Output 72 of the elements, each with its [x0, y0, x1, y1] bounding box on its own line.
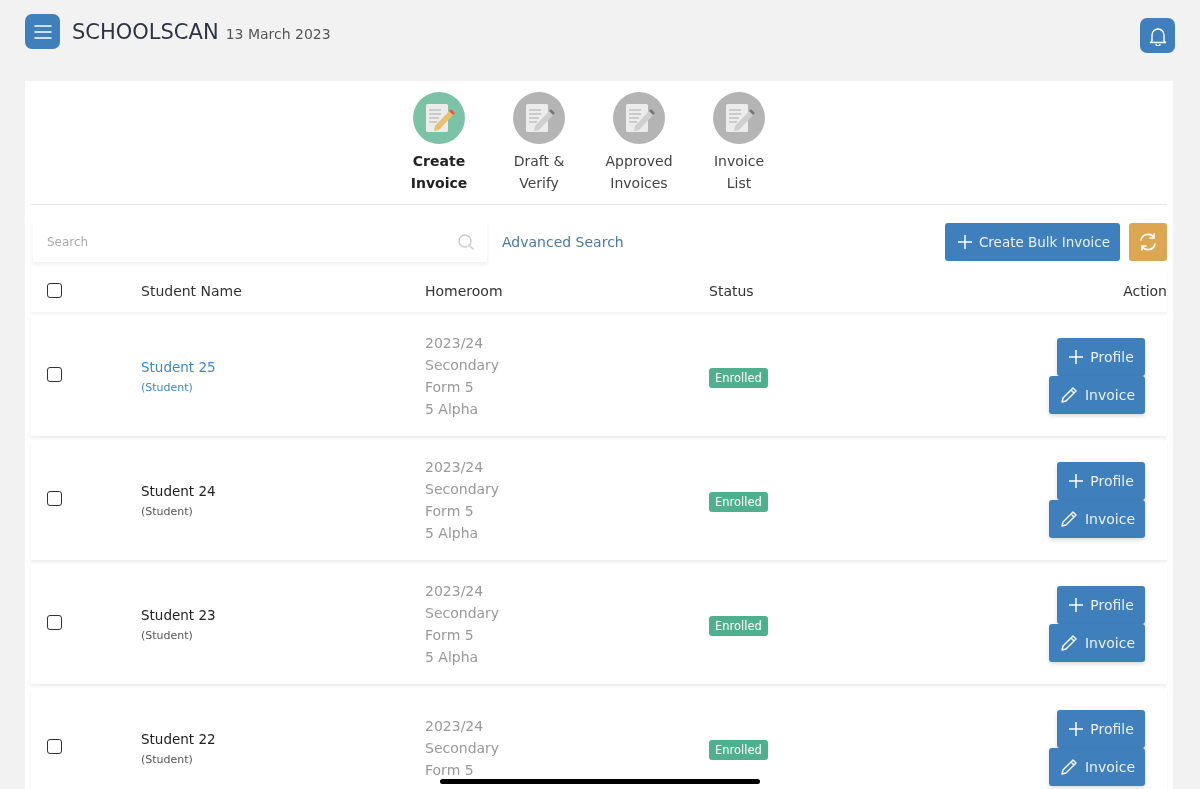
step-tab[interactable]: Invoice List	[704, 92, 774, 194]
advanced-search-link[interactable]: Advanced Search	[502, 234, 624, 250]
student-role: (Student)	[141, 628, 194, 642]
column-header: Status	[709, 282, 755, 299]
plus-icon	[956, 234, 973, 250]
homeroom-line: 2023/24	[425, 582, 484, 600]
document-pencil-icon	[613, 92, 665, 144]
row-checkbox[interactable]	[47, 614, 62, 630]
column-header: Student Name	[141, 282, 243, 299]
homeroom-line: 5 Alpha	[425, 648, 479, 666]
homeroom-line: 2023/24	[425, 717, 484, 735]
header-date: 13 March 2023	[225, 25, 331, 42]
plus-icon	[1068, 721, 1085, 737]
homeroom-line: 5 Alpha	[425, 400, 479, 418]
plus-icon	[1068, 473, 1085, 489]
pencil-icon	[1058, 385, 1079, 405]
profile-button[interactable]: Profile	[1057, 586, 1145, 624]
homeroom-line: 2023/24	[425, 334, 484, 352]
search-icon	[457, 233, 475, 251]
refresh-icon	[1137, 232, 1159, 252]
menu-button[interactable]	[25, 14, 60, 49]
student-name[interactable]: Student 25	[141, 358, 425, 375]
student-name: Student 22	[141, 730, 217, 747]
menu-icon	[33, 24, 52, 39]
invoice-button[interactable]: Invoice	[1048, 748, 1145, 786]
homeroom-line: Form 5	[425, 502, 474, 520]
search-field[interactable]: Search	[33, 222, 487, 262]
status-badge: Enrolled	[709, 491, 768, 512]
student-role: (Student)	[141, 380, 194, 394]
homeroom-line: Secondary	[425, 356, 500, 374]
pencil-icon	[1058, 633, 1079, 653]
select-all-checkbox[interactable]	[47, 283, 62, 298]
homeroom-line: Secondary	[425, 480, 500, 498]
homeroom-line: Secondary	[425, 739, 500, 757]
profile-button[interactable]: Profile	[1057, 710, 1145, 748]
document-pencil-icon	[413, 92, 465, 144]
status-badge: Enrolled	[709, 615, 768, 636]
row-checkbox[interactable]	[47, 738, 62, 754]
plus-icon	[1068, 349, 1085, 365]
bell-icon	[1148, 25, 1167, 46]
homeroom-line: 5 Alpha	[425, 524, 479, 542]
homeroom-line: Form 5	[425, 626, 474, 644]
homeroom-line: Form 5	[425, 378, 474, 396]
document-pencil-icon	[513, 92, 565, 144]
column-header: Action	[1122, 282, 1167, 299]
plus-icon	[1068, 597, 1085, 613]
pencil-icon	[1058, 757, 1079, 777]
step-tab[interactable]: Approved Invoices	[604, 92, 674, 194]
step-tab[interactable]: Draft & Verify	[504, 92, 574, 194]
homeroom-line: Form 5	[425, 761, 474, 779]
invoice-button[interactable]: Invoice	[1048, 500, 1145, 538]
document-pencil-icon	[713, 92, 765, 144]
notification-button[interactable]	[1140, 18, 1175, 53]
column-header: Homeroom	[425, 282, 504, 299]
status-badge: Enrolled	[709, 367, 768, 388]
status-badge: Enrolled	[709, 739, 768, 760]
homeroom-line: 2023/24	[425, 458, 484, 476]
row-checkbox[interactable]	[47, 490, 62, 506]
student-name: Student 23	[141, 606, 217, 623]
student-role: (Student)	[141, 504, 194, 518]
student-name: Student 24	[141, 482, 217, 499]
row-checkbox[interactable]	[47, 366, 62, 382]
step-tab[interactable]: Create Invoice	[404, 92, 474, 194]
app-title: SCHOOLSCAN	[72, 19, 219, 44]
create-bulk-invoice-button[interactable]: Create Bulk Invoice	[944, 223, 1120, 261]
invoice-button[interactable]: Invoice	[1048, 624, 1145, 662]
homeroom-line: Secondary	[425, 604, 500, 622]
student-role: (Student)	[141, 752, 194, 766]
pencil-icon	[1058, 509, 1079, 529]
profile-button[interactable]: Profile	[1057, 462, 1145, 500]
profile-button[interactable]: Profile	[1057, 338, 1145, 376]
invoice-button[interactable]: Invoice	[1048, 376, 1145, 414]
